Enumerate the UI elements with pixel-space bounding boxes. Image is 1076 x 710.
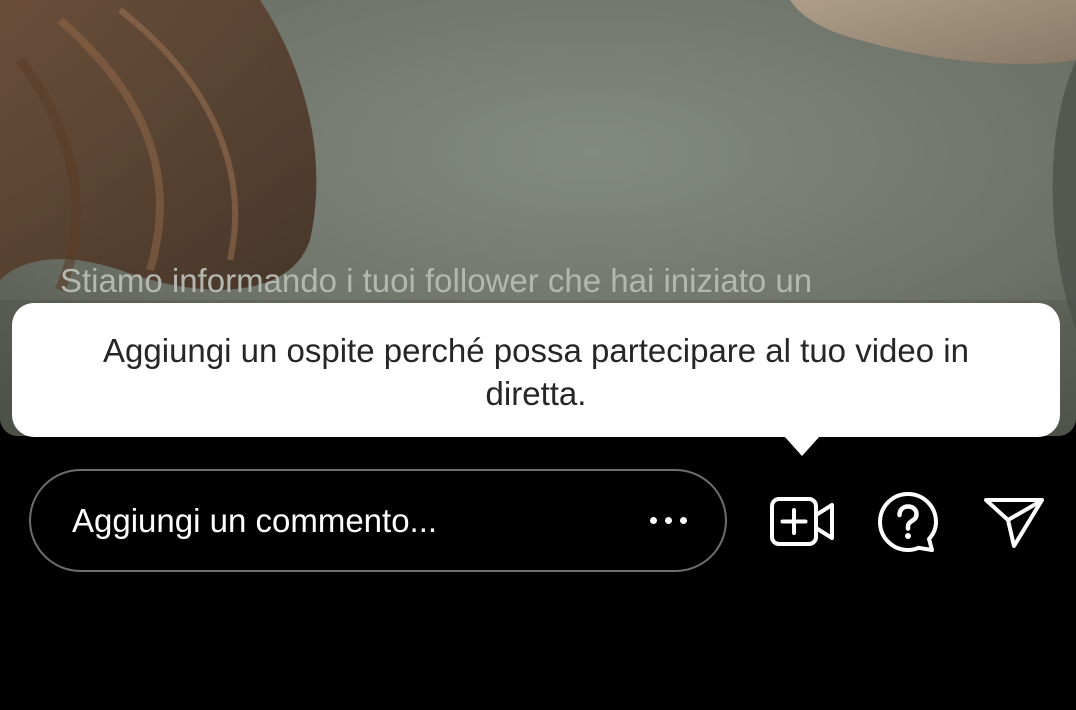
comment-placeholder[interactable]: Aggiungi un commento...	[72, 502, 650, 540]
questions-button[interactable]	[876, 490, 940, 554]
question-bubble-icon	[878, 492, 938, 552]
add-guest-button[interactable]	[770, 490, 834, 554]
add-guest-video-icon	[770, 497, 834, 546]
add-guest-tooltip[interactable]: Aggiungi un ospite perché possa partecip…	[12, 303, 1060, 437]
dot	[650, 517, 657, 524]
dot	[680, 517, 687, 524]
more-options-button[interactable]	[650, 501, 687, 541]
share-button[interactable]	[982, 490, 1046, 554]
dot	[665, 517, 672, 524]
tooltip-pointer	[784, 436, 820, 456]
tooltip-text: Aggiungi un ospite perché possa partecip…	[103, 332, 969, 412]
live-screen: Stiamo informando i tuoi follower che ha…	[0, 0, 1076, 710]
live-status-message: Stiamo informando i tuoi follower che ha…	[60, 262, 813, 299]
more-dots-icon	[650, 517, 687, 524]
send-paper-plane-icon	[984, 498, 1044, 548]
comment-input[interactable]: Aggiungi un commento...	[29, 469, 727, 572]
